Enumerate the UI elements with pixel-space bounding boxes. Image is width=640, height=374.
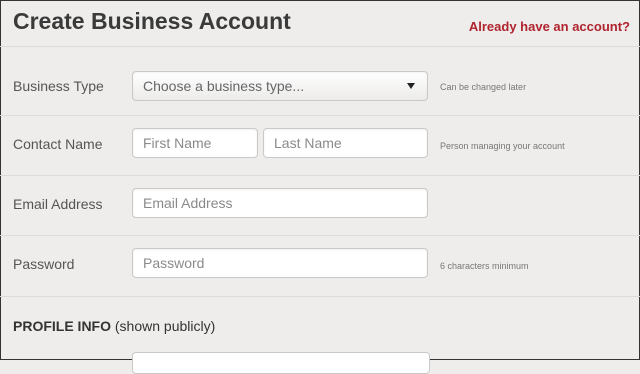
password-label: Password [13, 256, 75, 272]
business-type-hint: Can be changed later [440, 82, 527, 92]
page-title: Create Business Account [13, 8, 291, 34]
business-type-label: Business Type [13, 78, 104, 94]
profile-info-title: PROFILE INFO [13, 318, 111, 334]
email-input[interactable] [133, 189, 427, 217]
already-have-account-link[interactable]: Already have an account? [469, 19, 630, 34]
profile-field-partial[interactable] [132, 352, 430, 374]
contact-name-label: Contact Name [13, 136, 103, 152]
password-field[interactable] [132, 248, 428, 278]
row-divider [0, 296, 640, 297]
email-field[interactable] [132, 188, 428, 218]
business-type-select[interactable]: Choose a business type... [132, 71, 428, 101]
password-input[interactable] [133, 249, 427, 277]
dropdown-arrow-icon [407, 83, 415, 89]
password-hint: 6 characters minimum [440, 261, 529, 271]
first-name-field[interactable] [132, 128, 258, 158]
profile-info-subtitle: (shown publicly) [111, 318, 216, 334]
row-divider [0, 115, 640, 116]
window-frame [0, 0, 640, 360]
row-divider [0, 235, 640, 236]
profile-info-heading: PROFILE INFO (shown publicly) [13, 318, 215, 334]
last-name-field[interactable] [263, 128, 428, 158]
contact-name-hint: Person managing your account [440, 141, 565, 151]
business-type-selected-value: Choose a business type... [143, 78, 305, 94]
page-header: Create Business Account Already have an … [0, 0, 640, 47]
first-name-input[interactable] [133, 129, 257, 157]
row-divider [0, 175, 640, 176]
last-name-input[interactable] [264, 129, 427, 157]
email-address-label: Email Address [13, 196, 103, 212]
